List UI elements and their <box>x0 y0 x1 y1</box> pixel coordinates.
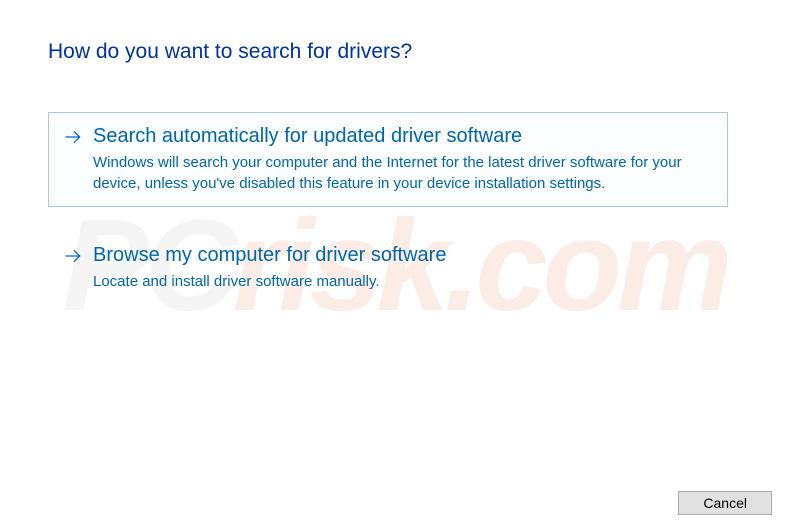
option-search-automatic[interactable]: Search automatically for updated driver … <box>48 112 728 207</box>
option-body: Search automatically for updated driver … <box>93 125 713 194</box>
arrow-right-icon <box>63 246 85 268</box>
arrow-right-icon <box>63 127 85 149</box>
option-body: Browse my computer for driver software L… <box>93 244 713 292</box>
option-description: Windows will search your computer and th… <box>93 152 713 194</box>
option-description: Locate and install driver software manua… <box>93 271 713 292</box>
page-title: How do you want to search for drivers? <box>48 40 742 64</box>
option-title: Browse my computer for driver software <box>93 244 713 267</box>
dialog-footer: Cancel <box>678 491 772 515</box>
option-browse-computer[interactable]: Browse my computer for driver software L… <box>48 231 728 305</box>
dialog-content: How do you want to search for drivers? S… <box>0 0 790 305</box>
option-title: Search automatically for updated driver … <box>93 125 713 148</box>
cancel-button[interactable]: Cancel <box>678 491 772 515</box>
